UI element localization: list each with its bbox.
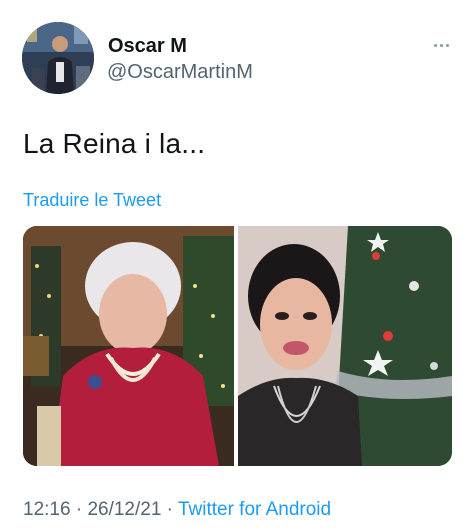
tweet-text: La Reina i la...	[23, 128, 206, 159]
author-handle[interactable]: @OscarMartinM	[107, 61, 253, 84]
more-dot	[445, 43, 449, 47]
media-photo-queen[interactable]	[23, 226, 234, 466]
more-dot	[433, 43, 437, 47]
more-dot	[439, 43, 443, 47]
more-dots-icon[interactable]	[430, 40, 452, 50]
author-name[interactable]: Oscar M	[108, 35, 187, 58]
tweet-meta: 12:16 · 26/12/21 · Twitter for Android	[23, 499, 331, 521]
avatar-image	[22, 22, 94, 94]
photo-image	[23, 226, 234, 466]
translate-link[interactable]: Traduire le Tweet	[23, 190, 161, 211]
meta-separator: ·	[70, 499, 88, 520]
meta-separator: ·	[161, 499, 178, 520]
avatar[interactable]	[22, 22, 94, 94]
tweet-date[interactable]: 26/12/21	[87, 499, 161, 520]
media-photo-woman[interactable]	[238, 226, 452, 466]
tweet-media[interactable]	[23, 226, 452, 466]
photo-image	[238, 226, 452, 466]
tweet-time[interactable]: 12:16	[23, 499, 71, 520]
tweet-card: Oscar M @OscarMartinM La Reina i la... T…	[0, 0, 474, 530]
tweet-source[interactable]: Twitter for Android	[178, 499, 331, 520]
